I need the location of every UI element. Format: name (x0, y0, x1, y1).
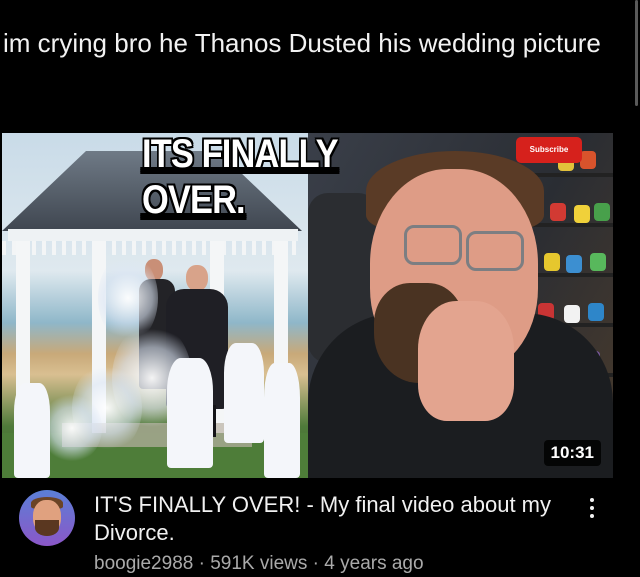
scrollbar[interactable] (635, 0, 638, 106)
creator-photo: Subscribe (308, 133, 613, 478)
hand-over-mouth (418, 301, 514, 421)
toy (574, 205, 590, 223)
meta-separator: · (312, 553, 319, 574)
dust-particles (42, 393, 102, 463)
chair-drape (264, 363, 300, 478)
toy (550, 203, 566, 221)
channel-name[interactable]: boogie2988 (94, 553, 193, 574)
thumbnail-headline: ITS FINALLY OVER. (142, 133, 339, 222)
toy (590, 253, 606, 271)
toy (566, 255, 582, 273)
chair-drape (167, 358, 213, 468)
toy (588, 303, 604, 321)
duration-badge: 10:31 (543, 440, 601, 466)
more-vertical-icon[interactable] (582, 494, 602, 522)
chair-drape (224, 343, 264, 443)
view-count: 591K views (210, 553, 308, 574)
gazebo-rail (2, 241, 302, 255)
video-title[interactable]: IT'S FINALLY OVER! - My final video abou… (94, 491, 564, 547)
subscribe-badge: Subscribe (516, 137, 582, 163)
toy (580, 151, 596, 169)
upload-age: 4 years ago (324, 553, 424, 574)
channel-avatar[interactable] (19, 490, 75, 546)
meta-separator: · (198, 553, 205, 574)
video-meta: boogie2988 · 591K views · 4 years ago (94, 552, 564, 576)
glasses-icon (466, 231, 524, 271)
toy (594, 203, 610, 221)
video-thumbnail[interactable]: Subscribe ITS FINALLY OVER. 10:31 (2, 133, 613, 478)
glasses-icon (404, 225, 462, 265)
post-caption: im crying bro he Thanos Dusted his weddi… (3, 28, 601, 58)
gazebo-beam (8, 229, 298, 241)
chair-drape (14, 383, 50, 478)
toy (544, 253, 560, 271)
toy (564, 305, 580, 323)
